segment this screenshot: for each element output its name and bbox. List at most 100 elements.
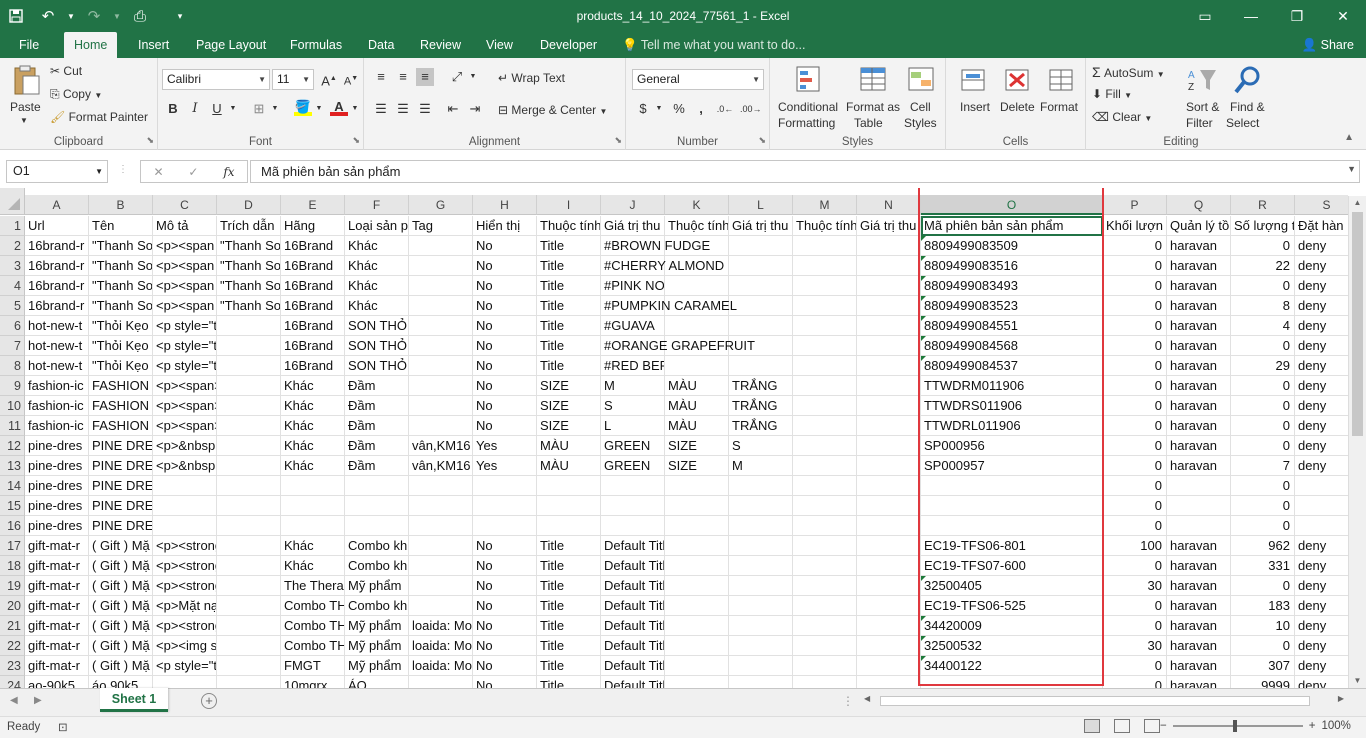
table-cell[interactable]	[857, 536, 921, 556]
table-cell[interactable]: <p><span>Đầm tay n	[153, 416, 217, 436]
header-cell[interactable]: Mô tả	[153, 216, 217, 236]
restore-icon[interactable]: ❐	[1274, 0, 1320, 32]
table-cell[interactable]: ( Gift ) Mặ	[89, 556, 153, 576]
table-cell[interactable]: deny	[1295, 416, 1348, 436]
table-cell[interactable]: No	[473, 636, 537, 656]
table-cell[interactable]: #BROWN FUDGE	[601, 236, 710, 256]
table-cell[interactable]: 7	[1231, 456, 1295, 476]
table-cell[interactable]: Combo kh	[345, 596, 409, 616]
add-sheet-icon[interactable]: +	[201, 693, 217, 709]
merge-center-button[interactable]: ⊟ Merge & Center ▼	[498, 103, 607, 117]
table-cell[interactable]: No	[473, 276, 537, 296]
table-cell[interactable]: Title	[537, 236, 601, 256]
table-cell[interactable]: TRẮNG	[729, 376, 793, 396]
format-cells-button[interactable]: Format	[1040, 62, 1082, 132]
worksheet-grid[interactable]: A B C D E F G H I J K L M N O P Q R S 1 Url Tên Mô tả Trích dẫn…	[0, 188, 1348, 688]
table-cell[interactable]: gift-mat-r	[25, 596, 89, 616]
table-cell[interactable]: <p><span	[153, 276, 217, 296]
table-cell[interactable]: 0	[1231, 396, 1295, 416]
table-cell[interactable]: Title	[537, 276, 601, 296]
table-cell[interactable]	[217, 356, 281, 376]
align-center-icon[interactable]: ☰	[394, 100, 412, 118]
table-cell[interactable]	[857, 236, 921, 256]
table-cell[interactable]	[665, 656, 729, 676]
table-cell[interactable]: fashion-ic	[25, 376, 89, 396]
table-cell[interactable]: 0	[1103, 516, 1167, 536]
table-cell[interactable]: 0	[1231, 576, 1295, 596]
tab-formulas[interactable]: Formulas	[280, 32, 352, 58]
table-cell[interactable]	[857, 656, 921, 676]
table-cell[interactable]: 962	[1231, 536, 1295, 556]
table-cell[interactable]: deny	[1295, 356, 1348, 376]
table-cell[interactable]: 0	[1103, 236, 1167, 256]
table-cell[interactable]: <p><span	[153, 296, 217, 316]
table-cell[interactable]: PINE DRESS	[89, 496, 153, 516]
row-header[interactable]: 6	[0, 316, 25, 336]
table-cell[interactable]	[409, 376, 473, 396]
table-cell[interactable]	[729, 476, 793, 496]
table-cell[interactable]	[217, 496, 281, 516]
table-cell[interactable]	[281, 516, 345, 536]
table-cell[interactable]: hot-new-t	[25, 336, 89, 356]
table-cell[interactable]: <p>Mặt nạ chứa Mac	[153, 596, 217, 616]
table-cell[interactable]: Title	[537, 356, 601, 376]
table-cell[interactable]: <p style="text-align:	[153, 656, 217, 676]
table-cell[interactable]: 16Brand	[281, 256, 345, 276]
table-cell[interactable]: gift-mat-r	[25, 536, 89, 556]
row-header[interactable]: 1	[0, 216, 25, 236]
table-cell[interactable]	[857, 596, 921, 616]
header-cell[interactable]: Thuộc tính	[665, 216, 729, 236]
table-cell[interactable]: <p><span>Đầm tay n	[153, 396, 217, 416]
table-cell[interactable]	[217, 456, 281, 476]
table-cell[interactable]: loaida: Mo	[409, 656, 473, 676]
row-header[interactable]: 11	[0, 416, 25, 436]
align-left-icon[interactable]: ☰	[372, 100, 390, 118]
table-cell[interactable]: "Thanh So	[89, 296, 153, 316]
row-header[interactable]: 3	[0, 256, 25, 276]
table-cell[interactable]	[537, 496, 601, 516]
close-icon[interactable]: ✕	[1320, 0, 1366, 32]
table-cell[interactable]: gift-mat-r	[25, 616, 89, 636]
table-cell[interactable]	[473, 516, 537, 536]
table-cell[interactable]	[793, 596, 857, 616]
table-cell[interactable]: <p>&nbsp;</p><p><s	[153, 436, 217, 456]
table-cell[interactable]: SON THỎI	[345, 356, 409, 376]
table-cell[interactable]	[217, 656, 281, 676]
table-cell[interactable]: No	[473, 396, 537, 416]
autosum-button[interactable]: Σ AutoSum ▼	[1092, 64, 1165, 80]
table-cell[interactable]	[1295, 516, 1348, 536]
table-cell[interactable]: 0	[1231, 436, 1295, 456]
table-cell[interactable]: Khác	[345, 256, 409, 276]
currency-dropdown-icon[interactable]: ▼	[650, 100, 668, 118]
table-cell[interactable]: haravan	[1167, 356, 1231, 376]
row-header[interactable]: 19	[0, 576, 25, 596]
table-cell[interactable]: ( Gift ) Mặ	[89, 616, 153, 636]
table-cell[interactable]: Mỹ phẩm	[345, 636, 409, 656]
table-cell[interactable]: deny	[1295, 236, 1348, 256]
select-all-corner[interactable]	[0, 188, 25, 215]
header-cell[interactable]: Thuộc tính	[793, 216, 857, 236]
header-cell[interactable]: Tên	[89, 216, 153, 236]
table-cell[interactable]	[217, 396, 281, 416]
table-cell[interactable]	[1167, 476, 1231, 496]
table-cell[interactable]	[793, 316, 857, 336]
table-cell[interactable]: Default Title	[601, 576, 665, 596]
row-header[interactable]: 24	[0, 676, 25, 688]
bold-icon[interactable]: B	[164, 100, 182, 118]
table-cell[interactable]: 0	[1103, 556, 1167, 576]
table-cell[interactable]: Khác	[345, 296, 409, 316]
zoom-in-icon[interactable]: +	[1309, 720, 1316, 732]
table-cell[interactable]: SIZE	[537, 416, 601, 436]
table-cell[interactable]	[217, 676, 281, 688]
column-header-a[interactable]: A	[25, 195, 89, 215]
table-cell[interactable]	[857, 516, 921, 536]
table-cell[interactable]	[217, 336, 281, 356]
table-cell[interactable]	[217, 636, 281, 656]
table-cell[interactable]	[729, 516, 793, 536]
table-cell[interactable]: Đầm	[345, 456, 409, 476]
table-cell[interactable]	[217, 416, 281, 436]
row-header[interactable]: 9	[0, 376, 25, 396]
table-cell[interactable]: Default Title	[601, 636, 665, 656]
header-cell[interactable]: Hãng	[281, 216, 345, 236]
table-cell[interactable]	[1295, 496, 1348, 516]
